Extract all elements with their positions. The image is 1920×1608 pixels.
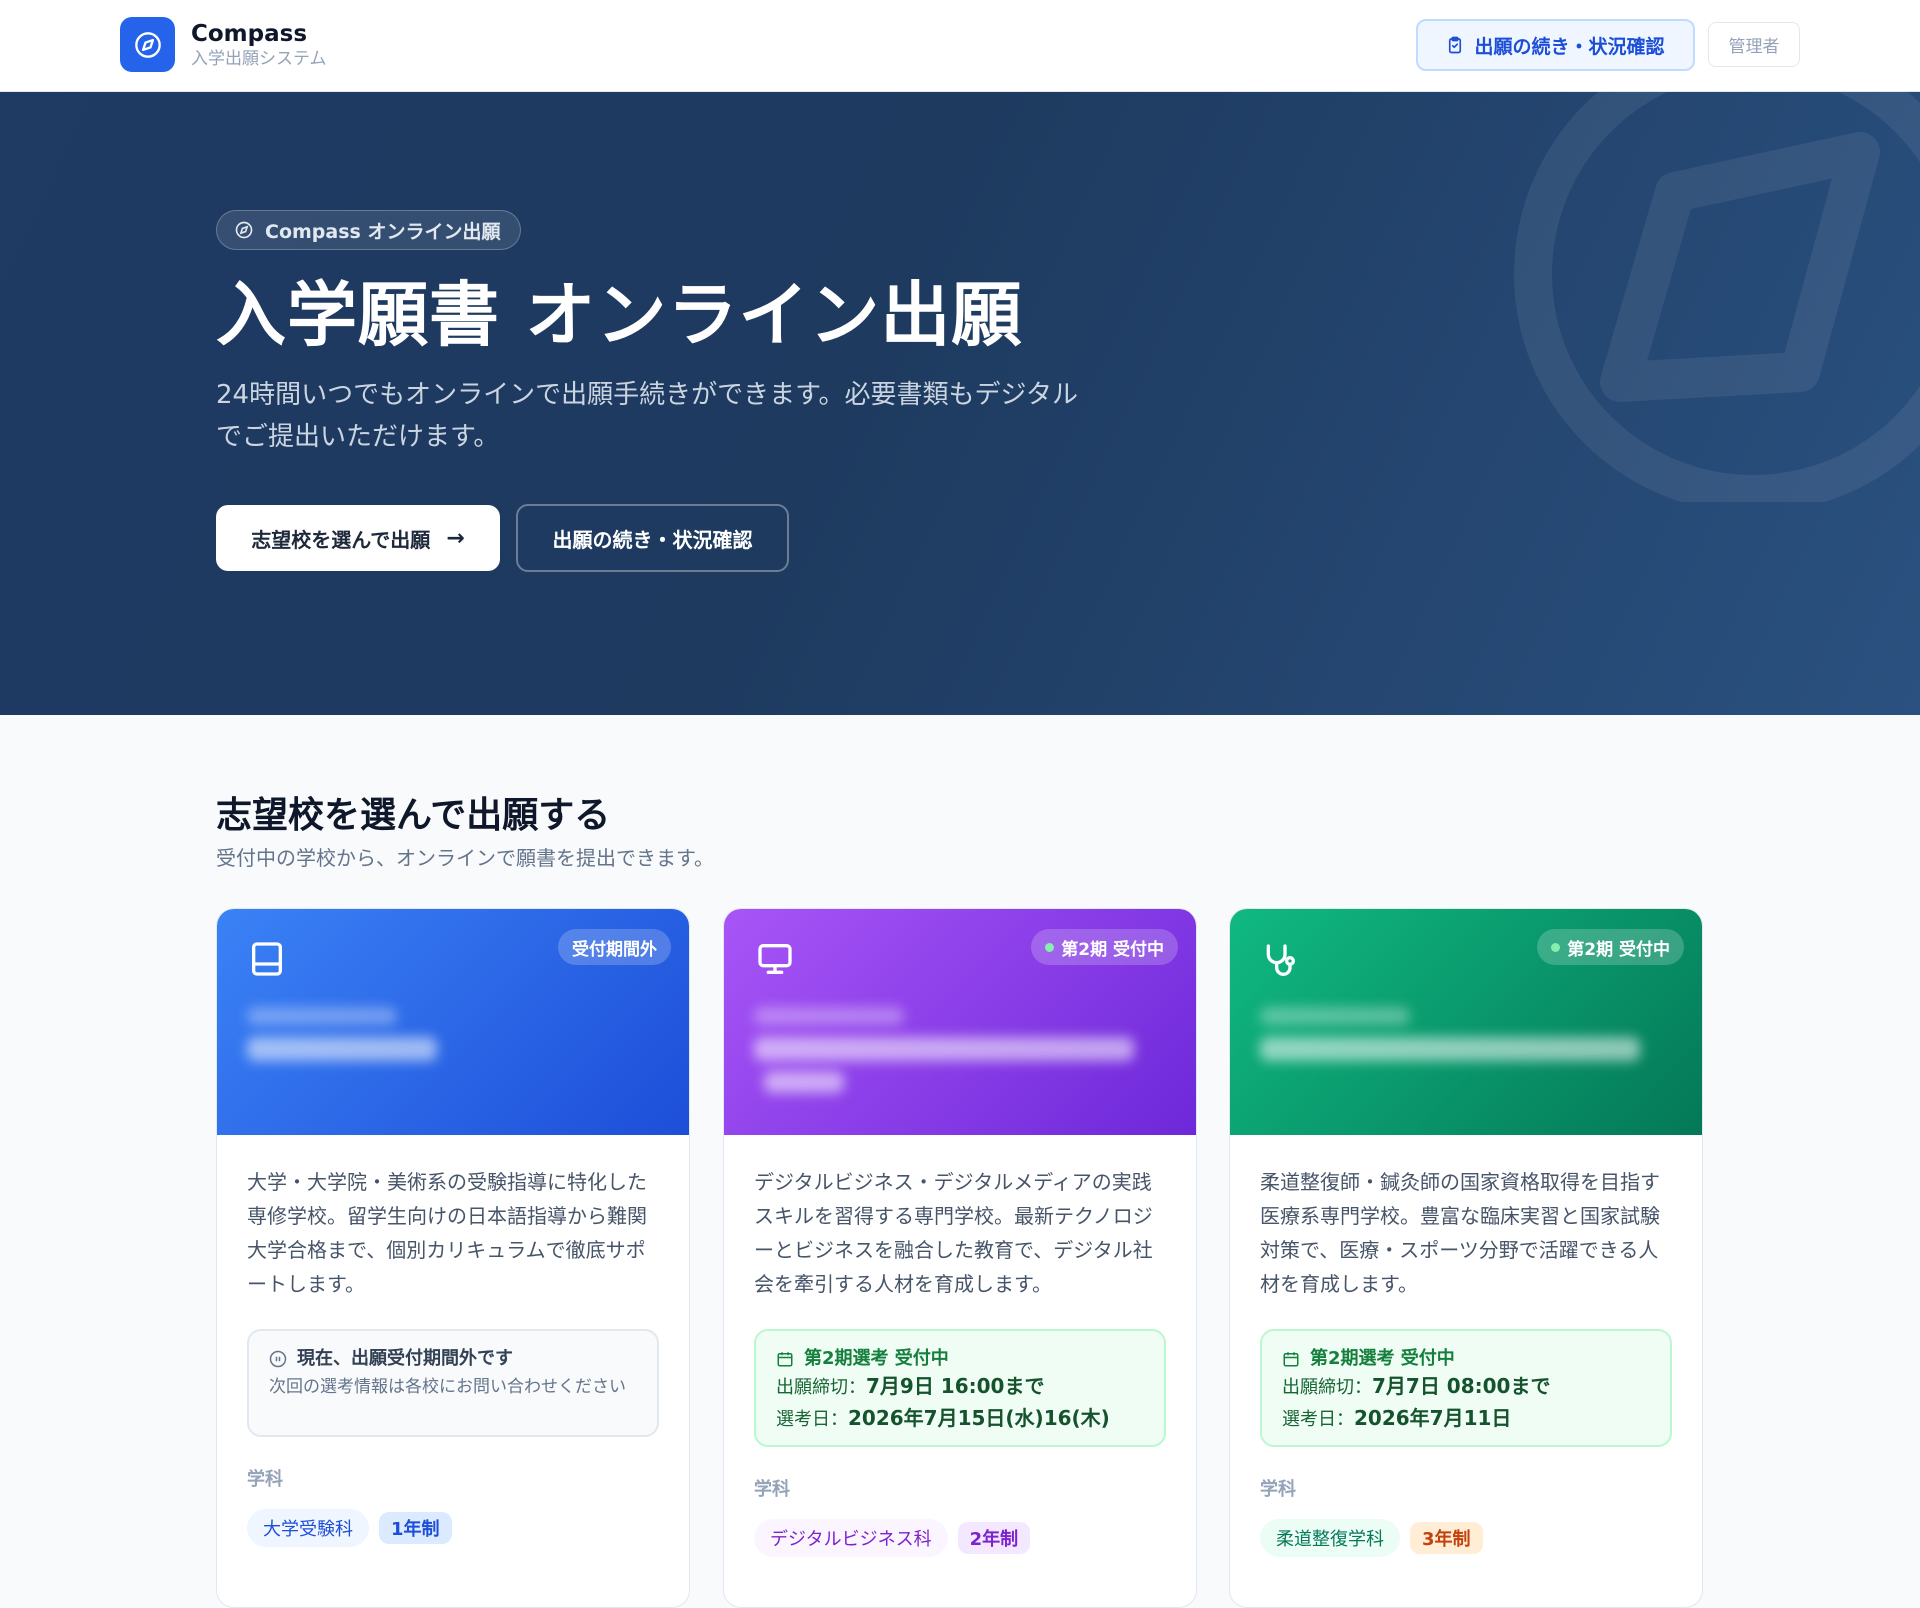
school-description: デジタルビジネス・デジタルメディアの実践スキルを習得する専門学校。最新テクノロジ… <box>754 1170 1153 1296</box>
closed-notice-title: 現在、出願受付期間外です <box>297 1348 513 1369</box>
blurred-school-name-icon <box>754 1007 904 1025</box>
school-description: 大学・大学院・美術系の受験指導に特化した専修学校。留学生向けの日本語指導から難関… <box>247 1170 647 1296</box>
school-card[interactable]: 第2期 受付中 柔道整復師・鍼灸師の国家資格取得を目指す医療系専門学校。豊富な臨… <box>1229 908 1703 1608</box>
deadline-label: 出願締切： <box>776 1377 866 1398</box>
pause-circle-icon <box>269 1350 287 1368</box>
status-badge: 受付期間外 <box>558 929 671 965</box>
school-card[interactable]: 受付期間外 大学・大学院・美術系の受験指導に特化した専修学校。留学生向けの日本語… <box>216 908 690 1608</box>
deadline-value: 7月7日 08:00まで <box>1372 1374 1551 1398</box>
schedule-box: 第2期選考 受付中 出願締切：7月7日 08:00まで 選考日：2026年7月1… <box>1260 1329 1672 1447</box>
section-subtitle: 受付中の学校から、オンラインで願書を提出できます。 <box>216 846 714 870</box>
calendar-icon <box>777 1352 793 1367</box>
exam-date-value: 2026年7月15日(水)16(木) <box>848 1406 1110 1430</box>
department-label: 学科 <box>1260 1479 1296 1500</box>
status-badge: 第2期 受付中 <box>1537 929 1684 965</box>
schedule-title: 第2期選考 受付中 <box>1310 1348 1455 1369</box>
section-title: 志望校を選んで出願する <box>216 795 611 836</box>
school-card-header: 第2期 受付中 <box>1230 909 1702 1135</box>
years-badge: 2年制 <box>957 1522 1031 1554</box>
header-status-button[interactable]: 出願の続き・状況確認 <box>1416 19 1695 71</box>
header-status-label: 出願の続き・状況確認 <box>1474 35 1665 58</box>
status-dot <box>1551 942 1561 952</box>
hero-section: Compass オンライン出願 入学願書 オンライン出願 24時間いつでもオンラ… <box>0 92 1920 715</box>
hero-badge-label: Compass オンライン出願 <box>265 220 501 243</box>
hero-badge: Compass オンライン出願 <box>216 210 522 250</box>
closed-notice: 現在、出願受付期間外です 次回の選考情報は各校にお問い合わせください <box>247 1329 659 1437</box>
blurred-school-name-icon <box>1260 1007 1410 1025</box>
school-description: 柔道整復師・鍼灸師の国家資格取得を目指す医療系専門学校。豊富な臨床実習と国家試験… <box>1260 1170 1660 1296</box>
top-header: Compass 入学出願システム 出願の続き・状況確認 管理者 <box>0 0 1920 92</box>
monitor-icon <box>758 944 792 974</box>
continue-status-button[interactable]: 出願の続き・状況確認 <box>516 504 789 572</box>
exam-date-label: 選考日： <box>1282 1409 1354 1430</box>
clipboard-check-icon <box>1449 36 1462 54</box>
stethoscope-icon <box>1266 944 1295 976</box>
calendar-icon <box>1283 1352 1299 1367</box>
status-badge-label: 第2期 受付中 <box>1567 939 1670 960</box>
blurred-school-title-icon <box>754 1037 1134 1061</box>
compass-logo-icon <box>120 17 175 72</box>
school-card[interactable]: 第2期 受付中 デジタルビジネス・デジタルメディアの実践スキルを習得する専門学校… <box>723 908 1197 1608</box>
book-icon <box>252 942 282 976</box>
department-row: デジタルビジネス科 2年制 <box>754 1519 1166 1557</box>
closed-notice-note: 次回の選考情報は各校にお問い合わせください <box>269 1377 626 1397</box>
hero-description: 24時間いつでもオンラインで出願手続きができます。必要書類もデジタルでご提出いた… <box>216 380 1078 452</box>
deadline-label: 出願締切： <box>1282 1377 1372 1398</box>
admin-button[interactable]: 管理者 <box>1708 22 1800 67</box>
hero-title: 入学願書 オンライン出願 <box>216 274 1023 356</box>
brand-name: Compass <box>191 20 308 47</box>
choose-school-button[interactable]: 志望校を選んで出願 → <box>216 505 500 571</box>
department-tag: 柔道整復学科 <box>1260 1519 1400 1557</box>
exam-date-value: 2026年7月11日 <box>1354 1406 1512 1430</box>
arrow-right-icon: → <box>446 525 465 551</box>
status-dot <box>1045 942 1055 952</box>
years-badge: 1年制 <box>379 1512 452 1544</box>
department-label: 学科 <box>754 1479 790 1500</box>
department-row: 大学受験科 1年制 <box>247 1509 659 1547</box>
schedule-title: 第2期選考 受付中 <box>804 1348 949 1369</box>
school-card-header: 第2期 受付中 <box>724 909 1196 1135</box>
brand[interactable]: Compass 入学出願システム <box>120 17 327 72</box>
department-label: 学科 <box>247 1469 283 1490</box>
school-card-header: 受付期間外 <box>217 909 689 1135</box>
compass-icon <box>235 221 253 239</box>
exam-date-label: 選考日： <box>776 1409 848 1430</box>
department-row: 柔道整復学科 3年制 <box>1260 1519 1672 1557</box>
blurred-school-title-icon <box>1260 1037 1640 1061</box>
blurred-school-title-icon <box>247 1037 437 1061</box>
status-badge: 第2期 受付中 <box>1031 929 1178 965</box>
deadline-value: 7月9日 16:00まで <box>866 1374 1045 1398</box>
blurred-school-title-icon <box>764 1071 844 1093</box>
years-badge: 3年制 <box>1410 1522 1483 1554</box>
status-badge-label: 第2期 受付中 <box>1061 939 1164 960</box>
department-tag: 大学受験科 <box>247 1509 369 1547</box>
brand-subtitle: 入学出願システム <box>191 48 327 69</box>
compass-watermark-icon <box>1514 92 1920 502</box>
department-tag: デジタルビジネス科 <box>754 1519 948 1557</box>
choose-school-label: 志望校を選んで出願 <box>251 527 431 552</box>
schedule-box: 第2期選考 受付中 出願締切：7月9日 16:00まで 選考日：2026年7月1… <box>754 1329 1166 1447</box>
blurred-school-name-icon <box>247 1007 397 1025</box>
